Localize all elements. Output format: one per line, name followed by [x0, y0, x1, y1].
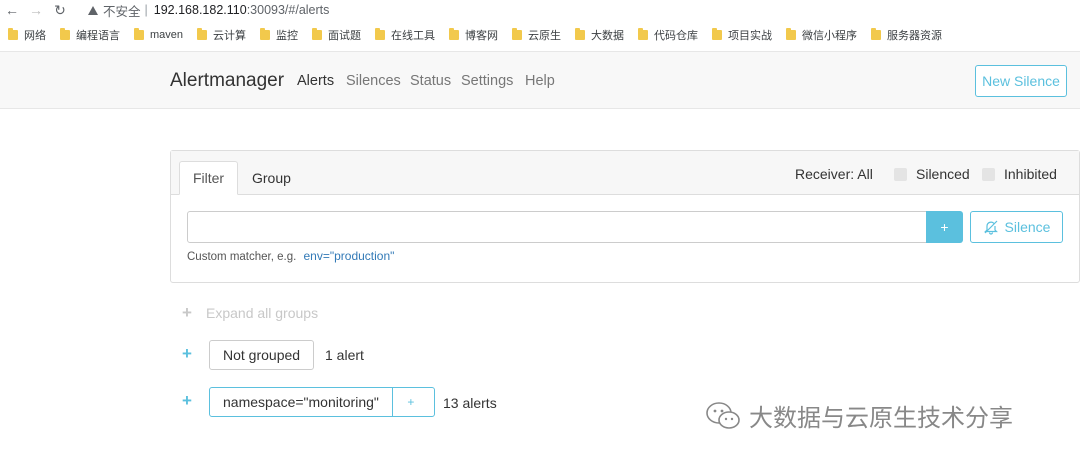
brand-title[interactable]: Alertmanager — [170, 70, 284, 92]
folder-icon — [449, 28, 460, 40]
tab-filter[interactable]: Filter — [179, 161, 238, 195]
bookmark-label: 大数据 — [591, 30, 625, 42]
folder-icon — [786, 28, 797, 40]
folder-icon — [134, 28, 144, 40]
folder-icon — [375, 28, 386, 40]
bookmark-folder[interactable]: 云原生 — [512, 27, 561, 43]
url-separator: | — [144, 3, 148, 17]
app-navbar: Alertmanager Alerts Silences Status Sett… — [0, 51, 1080, 109]
reload-icon[interactable]: ↻ — [48, 0, 72, 20]
expand-group-icon[interactable]: + — [181, 391, 193, 411]
bookmark-folder[interactable]: maven — [134, 28, 184, 41]
bookmark-label: 云原生 — [528, 30, 562, 42]
warning-icon — [88, 5, 98, 15]
bookmark-label: 在线工具 — [391, 30, 436, 42]
bookmark-label: 项目实战 — [728, 30, 773, 42]
bookmark-folder[interactable]: 大数据 — [575, 27, 624, 43]
browser-toolbar: ← → ↻ 不安全 | 192.168.182.110:30093/#/aler… — [0, 0, 1080, 20]
bookmark-folder[interactable]: 服务器资源 — [871, 27, 942, 43]
watermark: 大数据与云原生技术分享 — [705, 398, 1013, 433]
folder-icon — [8, 28, 18, 40]
folder-icon — [260, 28, 271, 40]
bookmark-folder[interactable]: 面试题 — [312, 27, 361, 43]
folder-icon — [712, 28, 723, 40]
bookmark-folder[interactable]: 项目实战 — [712, 27, 772, 43]
checkbox-box[interactable] — [894, 167, 907, 181]
inhibited-checkbox[interactable]: Inhibited — [982, 166, 1057, 182]
folder-icon — [312, 28, 323, 40]
expand-all-groups[interactable]: + Expand all groups — [181, 303, 318, 323]
folder-icon — [871, 28, 882, 40]
bookmark-folder[interactable]: 网络 — [8, 27, 46, 43]
wechat-icon — [706, 401, 740, 429]
bell-slash-icon — [983, 220, 998, 235]
forward-icon[interactable]: → — [24, 0, 48, 20]
bookmark-label: 微信小程序 — [802, 30, 858, 42]
bookmark-label: 服务器资源 — [887, 30, 943, 42]
bookmark-label: 代码仓库 — [654, 30, 699, 42]
bookmark-label: 云计算 — [213, 30, 247, 42]
bookmark-label: 编程语言 — [76, 30, 120, 42]
nav-alerts[interactable]: Alerts — [297, 73, 334, 89]
folder-icon — [638, 28, 649, 40]
add-group-matcher-button[interactable]: + — [393, 388, 429, 416]
url-host: 192.168.182.110 — [153, 3, 247, 17]
checkbox-box[interactable] — [982, 167, 995, 181]
nav-status[interactable]: Status — [410, 73, 451, 89]
nav-silences[interactable]: Silences — [346, 73, 401, 89]
new-silence-button[interactable]: New Silence — [975, 65, 1067, 97]
expand-all-label: Expand all groups — [206, 305, 319, 321]
group-label-not-grouped[interactable]: Not grouped — [209, 340, 315, 370]
bookmark-folder[interactable]: 博客网 — [449, 27, 498, 43]
nav-settings[interactable]: Settings — [461, 73, 513, 89]
silenced-label: Silenced — [916, 166, 970, 182]
folder-icon — [512, 28, 523, 40]
folder-icon — [60, 28, 70, 40]
security-label: 不安全 — [103, 4, 141, 19]
group-matcher[interactable]: namespace="monitoring" — [210, 388, 393, 416]
silence-button-label: Silence — [1004, 219, 1051, 235]
matcher-hint: Custom matcher, e.g. env="production" — [187, 249, 394, 263]
plus-icon: + — [182, 303, 192, 322]
bookmark-folder[interactable]: 代码仓库 — [638, 27, 698, 43]
bookmark-folder[interactable]: 编程语言 — [60, 27, 120, 43]
bookmark-label: 监控 — [276, 30, 299, 42]
receiver-select[interactable]: Receiver: All — [795, 166, 873, 182]
bookmark-folder[interactable]: 监控 — [260, 27, 298, 43]
alert-count: 1 alert — [325, 347, 364, 363]
bookmark-folder[interactable]: 云计算 — [197, 27, 246, 43]
tab-group[interactable]: Group — [238, 161, 305, 195]
alert-count: 13 alerts — [443, 395, 497, 411]
bookmark-label: 博客网 — [465, 30, 499, 42]
bookmark-folder[interactable]: 在线工具 — [375, 27, 435, 43]
hint-example: env="production" — [303, 249, 395, 263]
filter-card: Filter Group Receiver: All Silenced Inhi… — [170, 150, 1080, 283]
bookmark-label: 网络 — [24, 30, 46, 42]
watermark-text: 大数据与云原生技术分享 — [749, 404, 1013, 432]
silence-button[interactable]: Silence — [970, 211, 1063, 243]
hint-text: Custom matcher, e.g. — [187, 251, 297, 263]
back-icon[interactable]: ← — [0, 0, 24, 20]
bookmark-label: maven — [150, 29, 184, 41]
address-bar[interactable]: 不安全 | 192.168.182.110:30093/#/alerts — [88, 1, 329, 19]
expand-group-icon[interactable]: + — [181, 344, 193, 364]
inhibited-label: Inhibited — [1004, 166, 1057, 182]
filter-card-header: Filter Group Receiver: All Silenced Inhi… — [171, 151, 1079, 195]
folder-icon — [575, 28, 586, 40]
add-matcher-button[interactable]: + — [926, 211, 963, 243]
nav-help[interactable]: Help — [525, 73, 555, 89]
filter-input[interactable] — [187, 211, 927, 243]
group-label-namespace: namespace="monitoring" + — [209, 387, 435, 417]
folder-icon — [197, 28, 208, 40]
bookmark-label: 面试题 — [328, 30, 362, 42]
url-path: :30093/#/alerts — [246, 3, 330, 17]
bookmark-folder[interactable]: 微信小程序 — [786, 27, 857, 43]
bookmarks-bar: 网络 编程语言 maven 云计算 监控 面试题 在线工具 博客网 云原生 大数… — [0, 25, 1080, 45]
silenced-checkbox[interactable]: Silenced — [894, 166, 970, 182]
